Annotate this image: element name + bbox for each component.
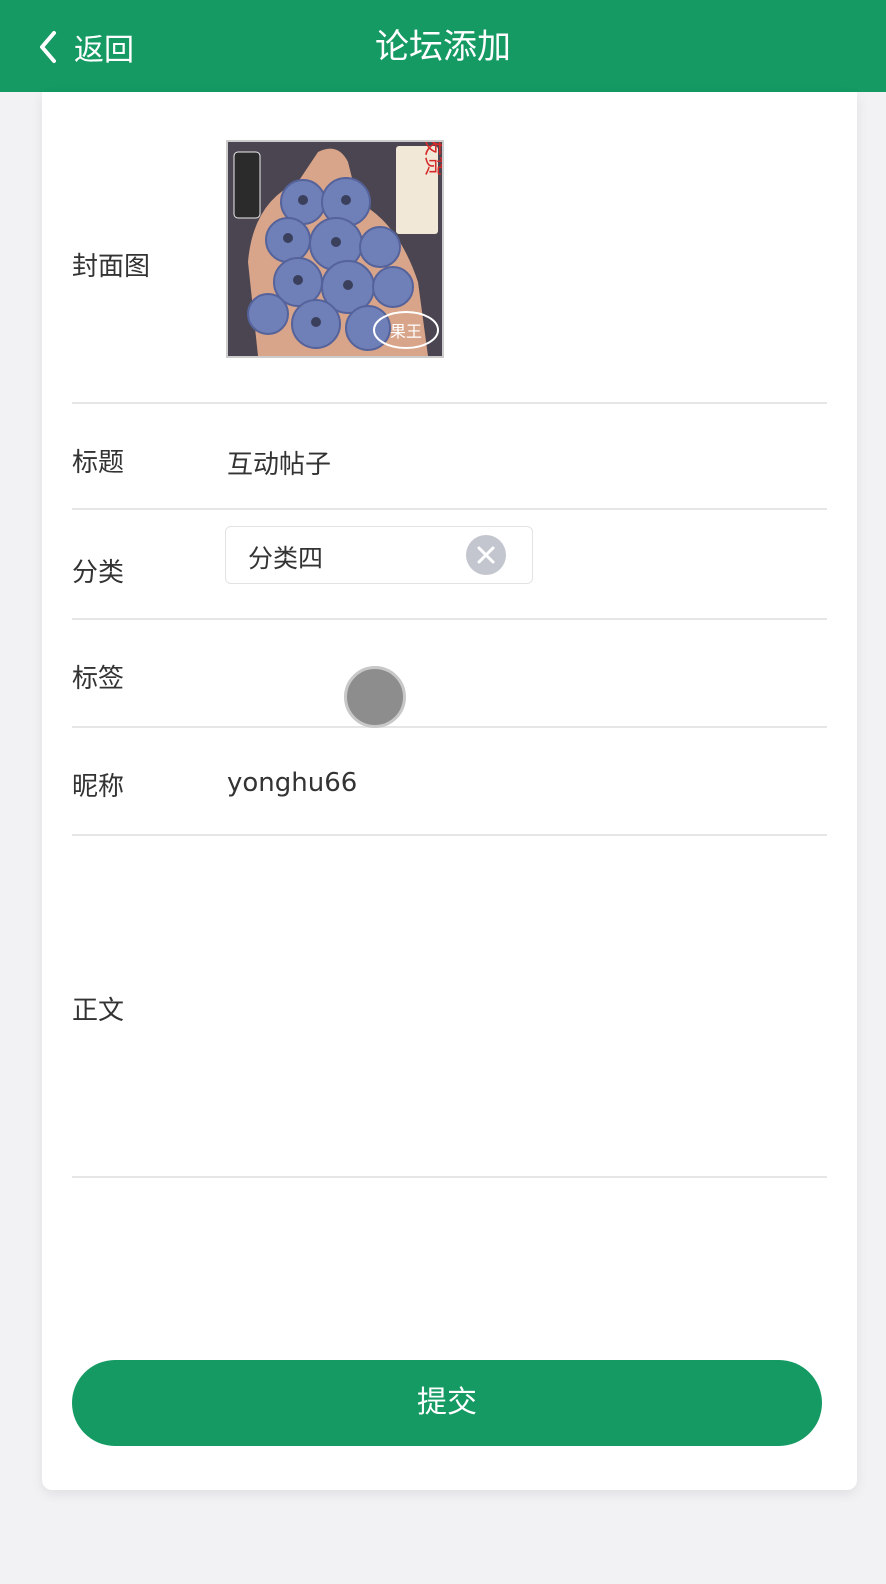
body-textarea[interactable] xyxy=(227,856,817,1156)
cover-image-text-top: 当天发货 xyxy=(421,142,442,176)
tags-label: 标签 xyxy=(72,664,125,694)
title-field[interactable]: 互动帖子 xyxy=(227,444,331,481)
category-select[interactable]: 分类四 xyxy=(225,526,533,584)
category-selected-value: 分类四 xyxy=(248,544,324,573)
cover-image-text-bottom: 果王 xyxy=(390,322,422,341)
nickname-label: 昵称 xyxy=(72,772,125,802)
form-card: 封面图 果王 标题 互动帖子 分类 分类四 标签 昵称 yonghu66 正文 … xyxy=(42,92,857,1490)
cover-image[interactable]: 当天发货 果王 xyxy=(226,140,444,358)
title-row: 标题 互动帖子 xyxy=(72,404,827,510)
blueberry-photo: 当天发货 果王 xyxy=(228,142,442,356)
submit-button[interactable]: 提交 xyxy=(72,1360,822,1446)
category-label: 分类 xyxy=(72,558,125,588)
cover-row: 封面图 xyxy=(72,92,827,404)
touch-indicator xyxy=(344,666,406,728)
nickname-row: 昵称 yonghu66 xyxy=(72,728,827,836)
top-navigation-bar: 返回 论坛添加 xyxy=(0,0,886,92)
tags-row: 标签 xyxy=(72,620,827,728)
body-row: 正文 xyxy=(72,836,827,1178)
body-label: 正文 xyxy=(72,996,125,1026)
clear-icon[interactable] xyxy=(466,535,506,575)
nickname-field[interactable]: yonghu66 xyxy=(227,768,357,798)
title-label: 标题 xyxy=(72,448,125,478)
tags-field[interactable] xyxy=(227,660,787,700)
cover-label: 封面图 xyxy=(72,252,151,282)
page-title: 论坛添加 xyxy=(375,27,511,67)
